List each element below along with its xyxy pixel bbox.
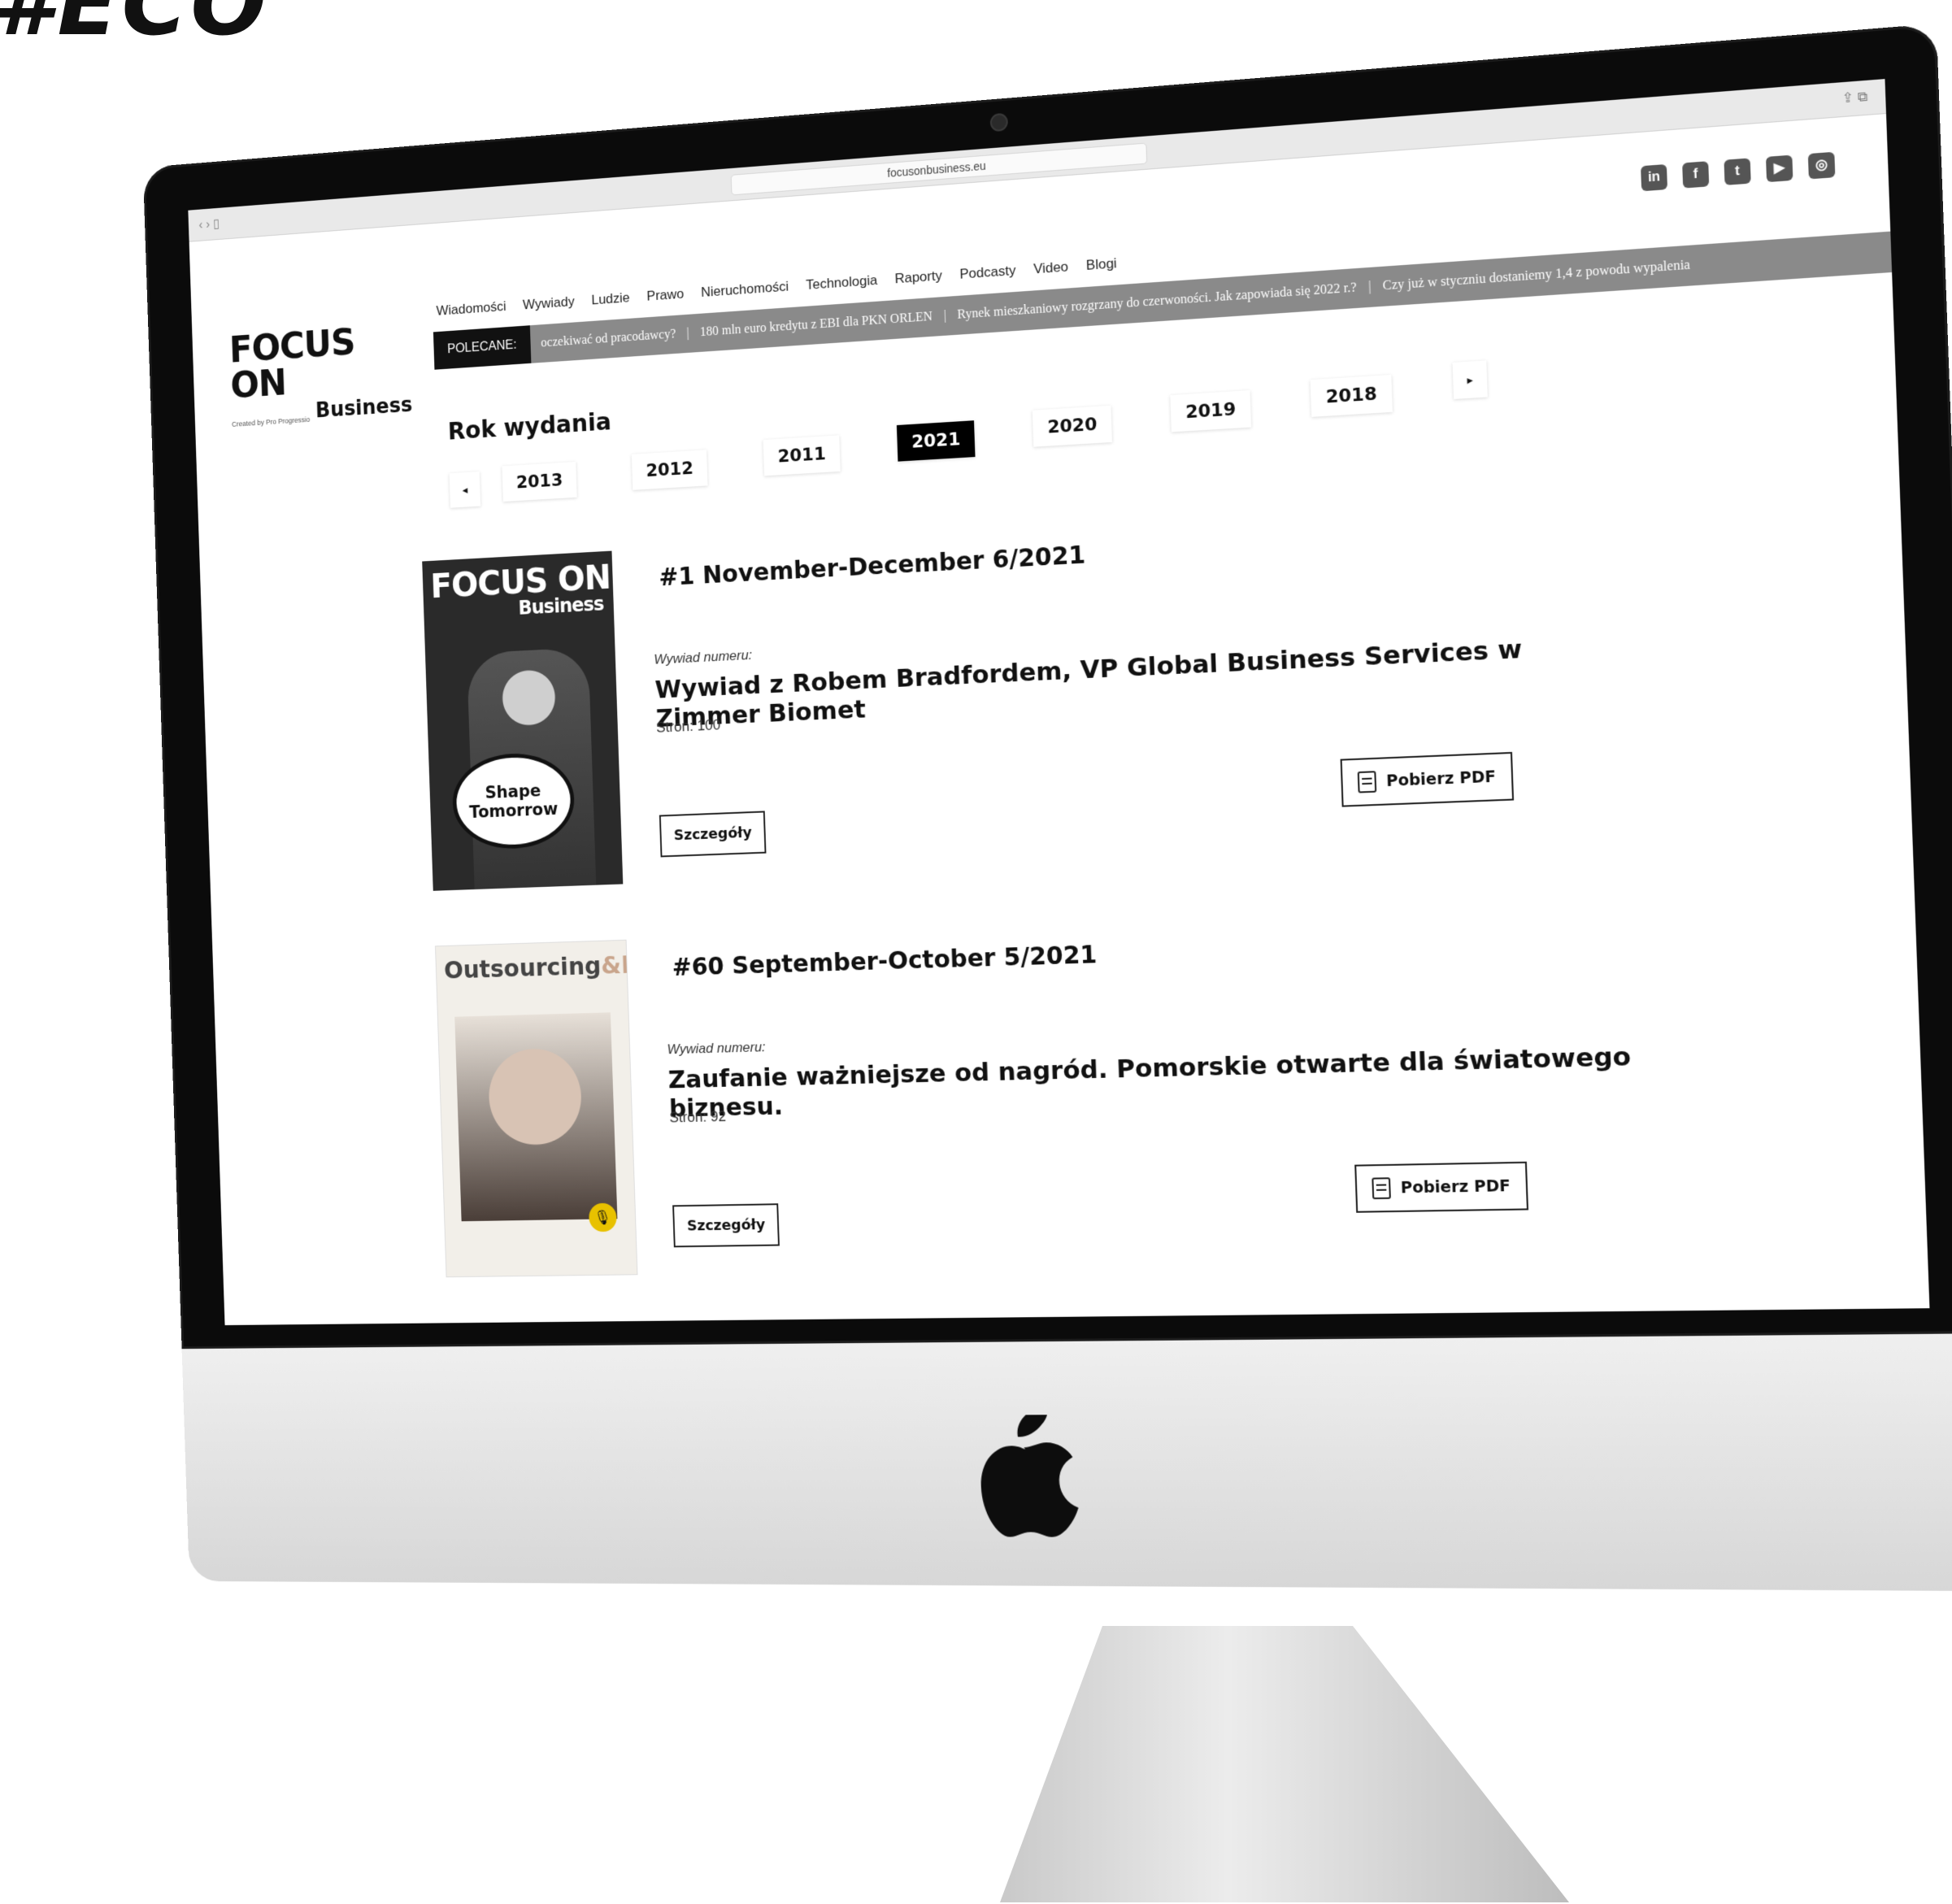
- nav-item-raporty[interactable]: Raporty: [894, 267, 942, 287]
- ticker-item[interactable]: 180 mln euro kredytu z EBI dla PKN ORLEN: [700, 310, 933, 340]
- issue-label: Wywiad numeru:: [667, 1039, 766, 1058]
- ticker-label: POLECANE:: [433, 325, 532, 370]
- nav-item-wiadomosci[interactable]: Wiadomości: [436, 298, 506, 319]
- apple-logo-icon: [979, 1415, 1080, 1537]
- nav-item-technologia[interactable]: Technologia: [806, 272, 878, 293]
- year-2011[interactable]: 2011: [763, 435, 841, 476]
- share-tabs-icon[interactable]: ⇪ ⧉: [1841, 88, 1868, 107]
- instagram-icon[interactable]: ◎: [1807, 151, 1836, 180]
- year-2021[interactable]: 2021: [896, 420, 976, 462]
- nav-item-podcasty[interactable]: Podcasty: [959, 263, 1016, 283]
- issue-cover[interactable]: Outsourcing&More 🎙: [435, 939, 638, 1278]
- nav-item-blogi[interactable]: Blogi: [1086, 255, 1117, 274]
- ticker-item[interactable]: Rynek mieszkaniowy rozgrzany do czerwono…: [957, 280, 1357, 322]
- ticker-separator: |: [1367, 280, 1372, 294]
- nav-item-prawo[interactable]: Prawo: [646, 286, 684, 305]
- nav-item-wywiady[interactable]: Wywiady: [523, 293, 575, 313]
- nav-item-ludzie[interactable]: Ludzie: [591, 290, 630, 309]
- twitter-icon[interactable]: t: [1724, 158, 1751, 185]
- download-pdf-button[interactable]: Pobierz PDF: [1340, 751, 1514, 807]
- document-icon: [1372, 1177, 1391, 1200]
- year-2012[interactable]: 2012: [631, 450, 708, 490]
- linkedin-icon[interactable]: in: [1641, 163, 1668, 192]
- issue-cover[interactable]: FOCUS ON Business Shape Tomorrow: [422, 550, 624, 891]
- cover-brand-more: &More: [600, 950, 638, 980]
- issue-title[interactable]: #60 September-October 5/2021: [672, 941, 1098, 982]
- year-2019[interactable]: 2019: [1170, 389, 1252, 433]
- year-prev-button[interactable]: ◂: [449, 471, 481, 508]
- facebook-icon[interactable]: f: [1682, 161, 1710, 189]
- corner-title: #ECO: [0, 0, 270, 55]
- browser-screen: ‹ › ▯ focusonbusiness.eu ⇪ ⧉ FOCUS ON Cr…: [188, 79, 1930, 1326]
- nav-item-video[interactable]: Video: [1033, 259, 1069, 277]
- issue-headline[interactable]: Wywiad z Robem Bradfordem, VP Global Bus…: [654, 629, 1635, 733]
- details-button[interactable]: Szczegóły: [659, 811, 767, 858]
- cover-brand: Outsourcing&More: [444, 950, 638, 985]
- imac: ‹ › ▯ focusonbusiness.eu ⇪ ⧉ FOCUS ON Cr…: [142, 23, 1952, 1668]
- document-icon: [1357, 771, 1377, 793]
- year-2013[interactable]: 2013: [502, 461, 577, 502]
- ticker-item[interactable]: Czy już w styczniu dostaniemy 1,4 z powo…: [1382, 258, 1690, 293]
- back-forward-icon[interactable]: ‹ › ▯: [198, 215, 220, 233]
- logo-created-by: Created by Pro Progressio: [231, 415, 311, 428]
- imac-stand: [1000, 1626, 1569, 1902]
- issue-label: Wywiad numeru:: [654, 647, 753, 667]
- download-pdf-label: Pobierz PDF: [1385, 767, 1497, 791]
- youtube-icon[interactable]: ▶: [1765, 154, 1793, 183]
- microphone-icon: 🎙: [588, 1202, 618, 1232]
- year-picker-title: Rok wydania: [447, 407, 612, 446]
- screen-bezel: ‹ › ▯ focusonbusiness.eu ⇪ ⧉ FOCUS ON Cr…: [142, 23, 1952, 1350]
- cover-bubble-line: Tomorrow: [468, 799, 559, 822]
- social-links: in f t ▶ ◎: [1641, 151, 1836, 192]
- year-2020[interactable]: 2020: [1032, 405, 1113, 447]
- download-pdf-label: Pobierz PDF: [1400, 1176, 1511, 1198]
- download-pdf-button[interactable]: Pobierz PDF: [1354, 1161, 1528, 1213]
- logo-main: FOCUS ON: [228, 320, 356, 407]
- logo-business: Business: [315, 393, 413, 424]
- year-2018[interactable]: 2018: [1310, 374, 1393, 417]
- nav-item-nieruchomosci[interactable]: Nieruchomości: [701, 279, 789, 301]
- camera-icon: [989, 112, 1009, 133]
- ticker-item[interactable]: oczekiwać od pracodawcy?: [541, 328, 676, 351]
- issue-pages: Stron: 100: [655, 716, 721, 736]
- site-logo[interactable]: FOCUS ON Created by Pro Progressio Busin…: [228, 319, 424, 428]
- issue-pages: Stron: 92: [669, 1108, 727, 1126]
- details-button[interactable]: Szczegóły: [672, 1203, 780, 1248]
- imac-chin: [181, 1333, 1952, 1592]
- cover-bubble-line: Shape: [485, 780, 541, 802]
- ticker-separator: |: [686, 326, 689, 341]
- ticker-separator: |: [943, 308, 947, 323]
- year-next-button[interactable]: ▸: [1452, 360, 1488, 399]
- issue-headline[interactable]: Zaufanie ważniejsze od nagród. Pomorskie…: [667, 1041, 1650, 1123]
- cover-portrait: [454, 1012, 618, 1222]
- issue-title[interactable]: #1 November-December 6/2021: [659, 541, 1086, 592]
- issue-card: FOCUS ON Business Shape Tomorrow #1 Nove…: [422, 494, 1641, 906]
- cover-brand: FOCUS ON Business: [430, 558, 611, 622]
- issue-card: Outsourcing&More 🎙 #60 September-October…: [435, 906, 1656, 1291]
